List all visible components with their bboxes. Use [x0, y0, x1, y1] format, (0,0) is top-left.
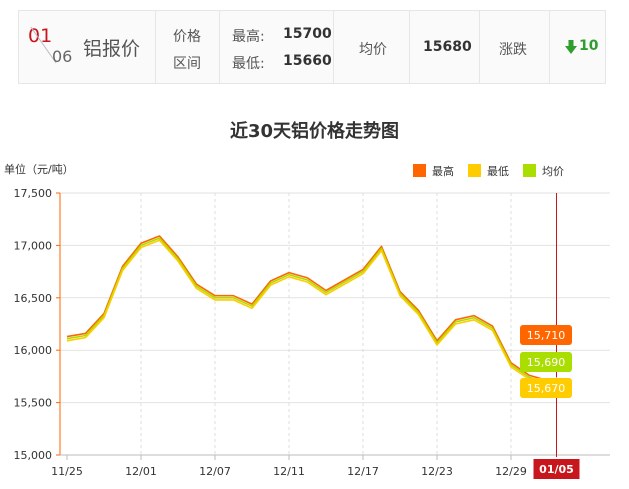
value-tag-label: 15,710	[527, 329, 566, 342]
x-tick-label: 12/23	[421, 465, 453, 478]
legend-swatch	[523, 164, 536, 177]
x-tick-label: 11/25	[51, 465, 83, 478]
x-tick-label: 12/29	[495, 465, 527, 478]
legend-swatch	[413, 164, 426, 177]
y-tick-label: 16,500	[14, 292, 53, 305]
x-tick-label: 12/07	[199, 465, 231, 478]
x-tick-label: 12/01	[125, 465, 157, 478]
unit-label: 单位（元/吨）	[4, 162, 74, 176]
y-tick-label: 17,500	[14, 187, 53, 200]
legend-label: 最低	[487, 165, 509, 178]
legend-label: 最高	[432, 164, 454, 178]
price-trend-chart: 单位（元/吨） 最高 最低 均价 15,000 15,500 16,000 16,500 17,…	[4, 162, 610, 479]
series-line-均价	[66, 237, 567, 384]
legend-swatch	[468, 164, 481, 177]
series-line-最高	[66, 235, 567, 382]
y-tick-label: 15,000	[14, 449, 53, 462]
y-tick-label: 16,000	[14, 344, 53, 357]
x-tick-label: 12/11	[273, 465, 305, 478]
series-line-最低	[66, 239, 567, 387]
current-date-label: 01/05	[539, 463, 574, 476]
legend-label: 均价	[542, 165, 564, 178]
value-tag-label: 15,690	[527, 356, 566, 369]
y-tick-label: 17,000	[14, 239, 53, 252]
value-tag-label: 15,670	[527, 382, 566, 395]
x-tick-label: 12/17	[347, 465, 379, 478]
y-tick-label: 15,500	[14, 397, 53, 410]
